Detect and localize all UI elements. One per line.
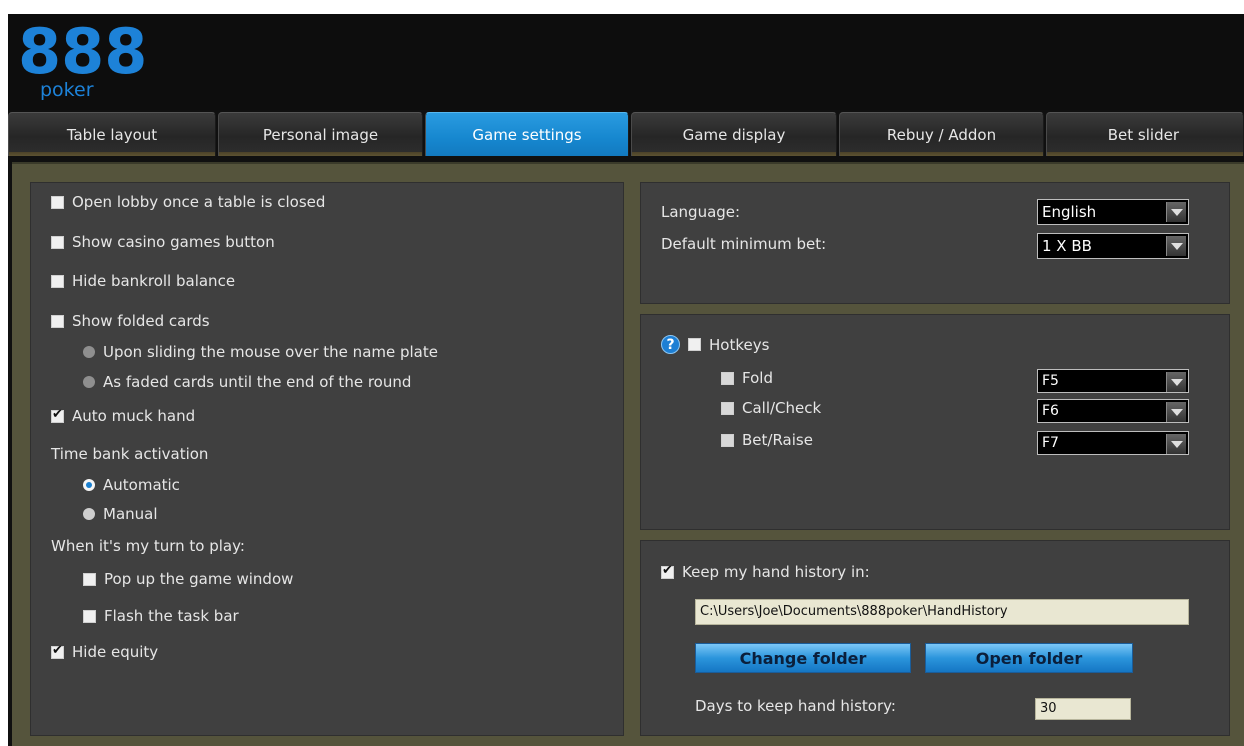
time-bank-automatic-option[interactable]: Automatic (83, 476, 180, 494)
hotkey-bet-select[interactable]: F7 (1037, 431, 1189, 455)
change-folder-button[interactable]: Change folder (695, 643, 911, 673)
settings-window: 888 poker Table layout Personal image Ga… (8, 14, 1244, 746)
keep-history-option[interactable]: Keep my hand history in: (661, 563, 870, 581)
chevron-down-icon[interactable] (1166, 372, 1186, 392)
casino-button-checkbox[interactable] (51, 235, 64, 249)
keep-history-label: Keep my hand history in: (682, 563, 870, 581)
hide-bankroll-checkbox[interactable] (51, 274, 64, 288)
folded-faded-radio[interactable] (83, 376, 95, 388)
folded-option-faded[interactable]: As faded cards until the end of the roun… (83, 373, 411, 391)
folded-option-hover[interactable]: Upon sliding the mouse over the name pla… (83, 343, 438, 361)
history-path-field[interactable]: C:\Users\Joe\Documents\888poker\HandHist… (695, 599, 1189, 625)
tab-rebuy-addon[interactable]: Rebuy / Addon (839, 112, 1044, 156)
help-icon[interactable]: ? (661, 335, 680, 354)
casino-button-option[interactable]: Show casino games button (51, 233, 275, 251)
time-bank-manual-label: Manual (103, 505, 158, 523)
show-folded-label: Show folded cards (72, 312, 210, 330)
min-bet-label: Default minimum bet: (661, 235, 827, 253)
hotkey-bet-key: F7 (1042, 435, 1059, 451)
general-options-panel: Open lobby once a table is closed Show c… (30, 182, 624, 736)
time-bank-automatic-label: Automatic (103, 476, 180, 494)
hotkey-fold-option[interactable]: Fold (721, 369, 773, 387)
hotkey-bet-label: Bet/Raise (742, 431, 813, 449)
folded-faded-label: As faded cards until the end of the roun… (103, 373, 412, 391)
hotkey-call-key: F6 (1042, 403, 1059, 419)
days-keep-input[interactable]: 30 (1035, 698, 1131, 720)
tab-personal-image[interactable]: Personal image (218, 112, 423, 156)
popup-window-checkbox[interactable] (83, 572, 96, 586)
time-bank-heading: Time bank activation (51, 445, 209, 463)
language-select[interactable]: English (1037, 199, 1189, 225)
hotkey-fold-label: Fold (742, 369, 773, 387)
hotkey-call-checkbox[interactable] (721, 401, 734, 415)
hide-equity-checkbox[interactable] (51, 643, 64, 659)
hotkey-call-label: Call/Check (742, 399, 822, 417)
settings-content: Open lobby once a table is closed Show c… (12, 162, 1244, 746)
popup-window-label: Pop up the game window (104, 570, 294, 588)
flash-taskbar-label: Flash the task bar (104, 607, 239, 625)
hotkeys-checkbox[interactable] (688, 338, 701, 351)
hide-bankroll-label: Hide bankroll balance (72, 272, 236, 290)
tab-game-settings[interactable]: Game settings (425, 112, 629, 156)
hide-bankroll-option[interactable]: Hide bankroll balance (51, 272, 235, 290)
hotkeys-label: Hotkeys (709, 335, 770, 354)
hotkey-call-select[interactable]: F6 (1037, 399, 1189, 423)
brand-logo: 888 poker (18, 19, 147, 105)
open-folder-button[interactable]: Open folder (925, 643, 1133, 673)
min-bet-value: 1 X BB (1042, 237, 1092, 255)
logo-wordmark: poker (40, 79, 94, 101)
show-folded-option[interactable]: Show folded cards (51, 312, 210, 330)
chevron-down-icon[interactable] (1166, 236, 1186, 256)
auto-muck-checkbox[interactable] (51, 407, 64, 423)
open-lobby-label: Open lobby once a table is closed (72, 193, 326, 211)
logo-digits: 888 (18, 15, 148, 88)
chevron-down-icon[interactable] (1166, 202, 1186, 222)
open-lobby-checkbox[interactable] (51, 195, 64, 209)
hotkey-bet-option[interactable]: Bet/Raise (721, 431, 813, 449)
hotkey-fold-key: F5 (1042, 373, 1059, 389)
header: 888 poker (8, 14, 1244, 110)
folded-hover-label: Upon sliding the mouse over the name pla… (103, 343, 438, 361)
tab-bet-slider[interactable]: Bet slider (1046, 112, 1244, 156)
chevron-down-icon[interactable] (1166, 434, 1186, 454)
auto-muck-label: Auto muck hand (72, 407, 196, 425)
days-keep-label: Days to keep hand history: (695, 697, 896, 715)
time-bank-manual-option[interactable]: Manual (83, 505, 158, 523)
hotkey-fold-select[interactable]: F5 (1037, 369, 1189, 393)
hotkeys-option[interactable]: ? Hotkeys (661, 335, 769, 354)
hotkeys-panel: ? Hotkeys Fold F5 Call/Check F6 Bet/Rais… (640, 314, 1230, 530)
flash-taskbar-checkbox[interactable] (83, 609, 96, 623)
keep-history-checkbox[interactable] (661, 563, 674, 579)
tab-table-layout[interactable]: Table layout (8, 112, 216, 156)
my-turn-heading: When it's my turn to play: (51, 537, 245, 555)
tab-bar: Table layout Personal image Game setting… (8, 112, 1244, 156)
popup-window-option[interactable]: Pop up the game window (83, 570, 293, 588)
hotkey-call-option[interactable]: Call/Check (721, 399, 821, 417)
flash-taskbar-option[interactable]: Flash the task bar (83, 607, 239, 625)
auto-muck-option[interactable]: Auto muck hand (51, 407, 195, 425)
chevron-down-icon[interactable] (1166, 402, 1186, 422)
hand-history-panel: Keep my hand history in: C:\Users\Joe\Do… (640, 540, 1230, 736)
hide-equity-option[interactable]: Hide equity (51, 643, 158, 661)
show-folded-checkbox[interactable] (51, 314, 64, 328)
hotkey-bet-checkbox[interactable] (721, 433, 734, 447)
language-label: Language: (661, 203, 741, 221)
time-bank-automatic-radio[interactable] (83, 479, 95, 491)
min-bet-select[interactable]: 1 X BB (1037, 233, 1189, 259)
folded-hover-radio[interactable] (83, 346, 95, 358)
hide-equity-label: Hide equity (72, 643, 159, 661)
language-panel: Language: English Default minimum bet: 1… (640, 182, 1230, 304)
open-lobby-option[interactable]: Open lobby once a table is closed (51, 193, 325, 211)
language-value: English (1042, 203, 1097, 221)
hotkey-fold-checkbox[interactable] (721, 371, 734, 385)
casino-button-label: Show casino games button (72, 233, 275, 251)
tab-game-display[interactable]: Game display (631, 112, 837, 156)
time-bank-manual-radio[interactable] (83, 508, 95, 520)
